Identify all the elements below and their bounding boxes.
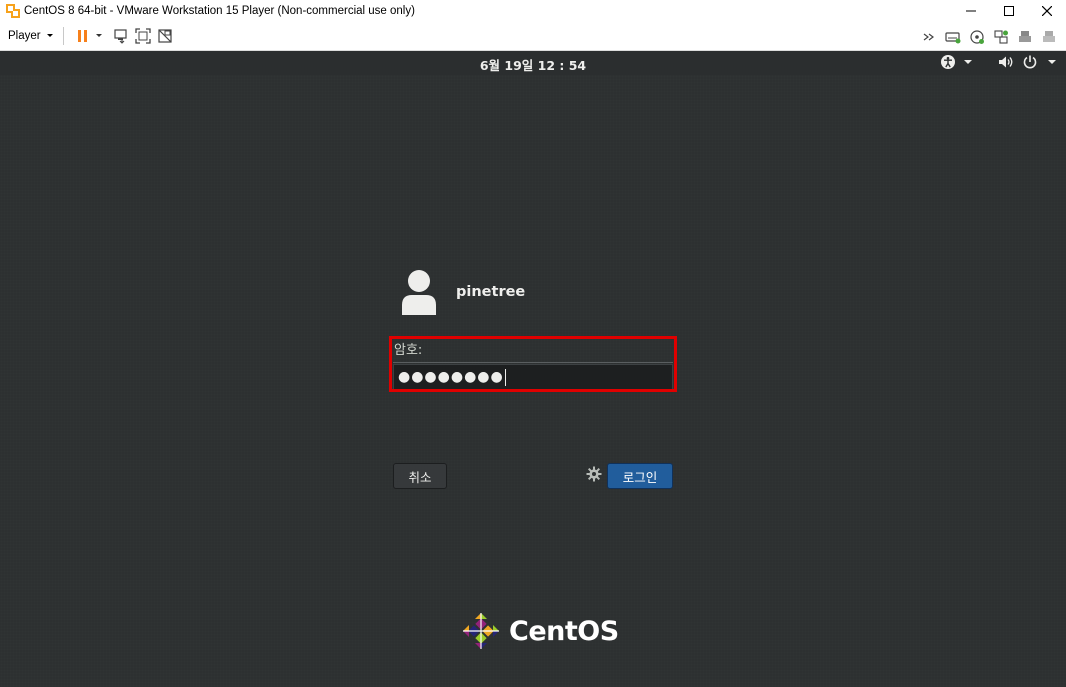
chevron-down-icon[interactable] [94, 32, 104, 40]
gear-icon [586, 466, 602, 482]
user-entry: pinetree [400, 269, 525, 315]
device-status-bar [918, 22, 1060, 51]
maximize-button[interactable] [990, 0, 1028, 22]
login-button[interactable]: 로그인 [607, 463, 673, 489]
network-icon [994, 29, 1008, 44]
more-devices-button[interactable] [918, 26, 940, 48]
centos-logo: CentOS [461, 611, 619, 651]
chevron-down-icon [964, 60, 972, 64]
window-title: CentOS 8 64-bit - VMware Workstation 15 … [24, 5, 415, 17]
chevron-down-icon [1048, 60, 1056, 64]
minimize-icon [966, 10, 976, 12]
sound-card-button[interactable] [1038, 26, 1060, 48]
username: pinetree [456, 284, 526, 300]
player-menu-label: Player [8, 30, 41, 42]
unity-icon [158, 29, 172, 43]
sound-card-icon [1043, 30, 1055, 42]
fullscreen-button[interactable] [132, 25, 154, 47]
power-icon [1023, 55, 1037, 69]
close-button[interactable] [1028, 0, 1066, 22]
network-button[interactable] [990, 26, 1012, 48]
accessibility-menu[interactable] [940, 54, 974, 70]
maximize-icon [1004, 6, 1014, 16]
pause-icon [77, 30, 87, 42]
cancel-button[interactable]: 취소 [393, 463, 447, 489]
clock[interactable]: 6월 19일 12 : 54 [0, 55, 1066, 74]
player-menu-button[interactable]: Player [8, 30, 55, 42]
send-ctrl-alt-del-icon [114, 29, 127, 44]
centos-logo-text: CentOS [509, 615, 619, 647]
guest-screen[interactable]: 6월 19일 12 : 54 pinetree 암호: ●●●●●●●● 취소 … [0, 51, 1066, 687]
hard-disk-icon [945, 31, 961, 43]
minimize-button[interactable] [952, 0, 990, 22]
window-titlebar: CentOS 8 64-bit - VMware Workstation 15 … [0, 0, 1066, 22]
session-settings-button[interactable] [586, 466, 602, 486]
pause-button[interactable] [72, 25, 94, 47]
volume-icon [999, 56, 1013, 68]
cd-dvd-icon [970, 29, 984, 44]
hard-disk-button[interactable] [942, 26, 964, 48]
printer-button[interactable] [1014, 26, 1036, 48]
unity-button[interactable] [154, 25, 176, 47]
toolbar-divider [62, 27, 64, 45]
close-icon [1042, 6, 1052, 16]
vmware-player-icon [6, 4, 20, 18]
vmware-toolbar: Player [0, 22, 1066, 51]
more-devices-icon [923, 33, 934, 40]
cd-dvd-button[interactable] [966, 26, 988, 48]
chevron-down-icon [46, 34, 53, 37]
printer-icon [1019, 30, 1031, 42]
centos-logo-icon [463, 613, 499, 649]
system-menu[interactable] [998, 54, 1058, 70]
fullscreen-icon [134, 28, 151, 44]
user-avatar-icon [402, 270, 436, 315]
red-highlight-box [389, 336, 677, 392]
accessibility-icon [941, 55, 955, 69]
send-ctrl-alt-del-button[interactable] [110, 25, 132, 47]
